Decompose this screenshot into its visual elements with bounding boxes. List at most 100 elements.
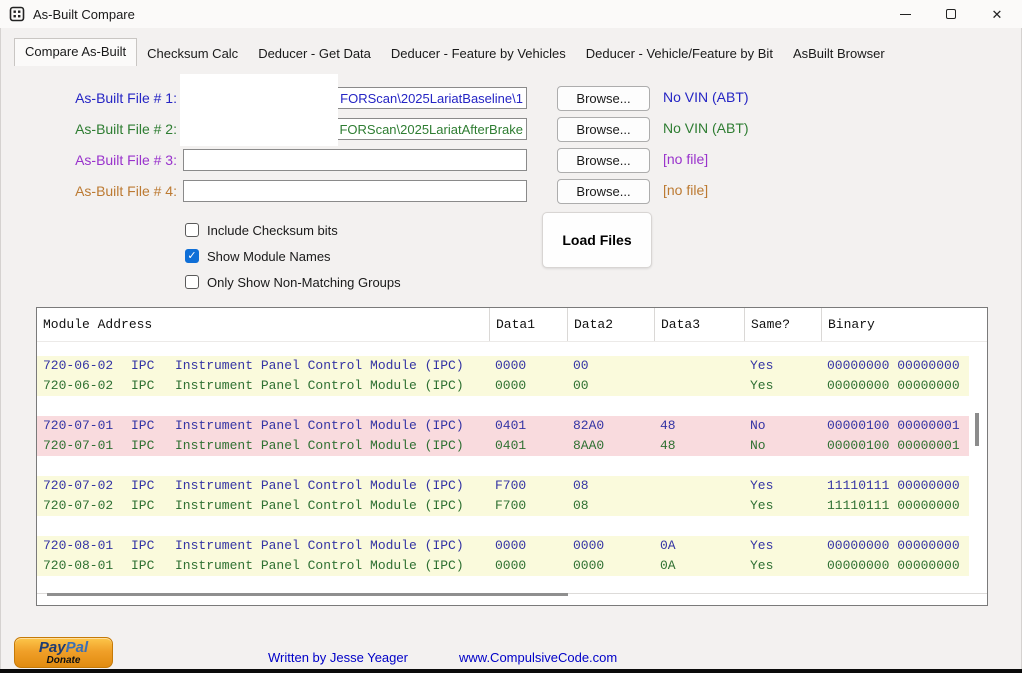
checkbox-label: Include Checksum bits xyxy=(207,223,338,238)
cell-address: 720-06-02 xyxy=(37,376,131,396)
cell-same: Yes xyxy=(744,556,821,576)
redaction-overlay xyxy=(180,74,338,146)
title-bar: As-Built Compare ✕ xyxy=(0,0,1022,28)
table-row[interactable]: 720-08-01IPCInstrument Panel Control Mod… xyxy=(37,536,969,556)
compare-table: Module Address Data1 Data2 Data3 Same? B… xyxy=(36,307,988,606)
checkbox-checked-icon[interactable]: ✓ xyxy=(185,249,199,263)
column-header-data2: Data2 xyxy=(567,308,654,341)
cell-address: 720-08-01 xyxy=(37,536,131,556)
cell-same: No xyxy=(744,416,821,436)
tab-strip: Compare As-Built Checksum Calc Deducer -… xyxy=(14,40,895,66)
table-row[interactable]: 720-07-01IPCInstrument Panel Control Mod… xyxy=(37,416,969,436)
cell-address: 720-07-02 xyxy=(37,496,131,516)
cell-same: Yes xyxy=(744,496,821,516)
file4-status: [no file] xyxy=(663,182,708,198)
table-group-matching: 720-08-01IPCInstrument Panel Control Mod… xyxy=(37,536,969,576)
cell-module: Instrument Panel Control Module (IPC) xyxy=(175,436,489,456)
cell-binary: 11110111 00000000 xyxy=(821,476,969,496)
cell-module: Instrument Panel Control Module (IPC) xyxy=(175,476,489,496)
cell-data1: 0401 xyxy=(489,416,567,436)
cell-data2: 82A0 xyxy=(567,416,654,436)
browse-file3-button[interactable]: Browse... xyxy=(557,148,650,173)
cell-data1: 0000 xyxy=(489,356,567,376)
author-credit: Written by Jesse Yeager xyxy=(268,650,408,665)
cell-same: Yes xyxy=(744,356,821,376)
window-title: As-Built Compare xyxy=(33,7,135,22)
tab-deducer-feature-by-vehicles[interactable]: Deducer - Feature by Vehicles xyxy=(381,41,576,66)
checkbox-unchecked-icon[interactable] xyxy=(185,275,199,289)
cell-code: IPC xyxy=(131,476,175,496)
close-button[interactable]: ✕ xyxy=(974,0,1020,28)
table-row[interactable]: 720-07-01IPCInstrument Panel Control Mod… xyxy=(37,436,969,456)
tab-checksum-calc[interactable]: Checksum Calc xyxy=(137,41,248,66)
paypal-logo: PayPal xyxy=(15,640,112,655)
tab-deducer-vehicle-feature-by-bit[interactable]: Deducer - Vehicle/Feature by Bit xyxy=(576,41,783,66)
tab-compare-as-built[interactable]: Compare As-Built xyxy=(14,38,137,66)
cell-module: Instrument Panel Control Module (IPC) xyxy=(175,556,489,576)
cell-data1: 0000 xyxy=(489,376,567,396)
cell-code: IPC xyxy=(131,436,175,456)
website-link[interactable]: www.CompulsiveCode.com xyxy=(459,650,617,665)
table-group-matching: 720-07-02IPCInstrument Panel Control Mod… xyxy=(37,476,969,516)
table-row[interactable]: 720-07-02IPCInstrument Panel Control Mod… xyxy=(37,496,969,516)
file4-path-input[interactable] xyxy=(183,180,527,202)
paypal-logo-pay: Pay xyxy=(39,639,66,656)
checkbox-row[interactable]: Only Show Non-Matching Groups xyxy=(185,273,401,291)
browse-file4-button[interactable]: Browse... xyxy=(557,179,650,204)
cell-data2: 0000 xyxy=(567,536,654,556)
paypal-donate-button[interactable]: PayPal Donate xyxy=(14,637,113,668)
cell-data1: 0000 xyxy=(489,536,567,556)
cell-binary: 11110111 00000000 xyxy=(821,496,969,516)
checkbox-label: Show Module Names xyxy=(207,249,331,264)
vertical-scrollbar-thumb[interactable] xyxy=(975,413,979,446)
horizontal-scrollbar-thumb[interactable] xyxy=(47,593,568,596)
cell-same: No xyxy=(744,436,821,456)
browse-file1-button[interactable]: Browse... xyxy=(557,86,650,111)
minimize-button[interactable] xyxy=(882,0,928,28)
checkbox-unchecked-icon[interactable] xyxy=(185,223,199,237)
cell-same: Yes xyxy=(744,376,821,396)
cell-binary: 00000000 00000000 xyxy=(821,556,969,576)
file3-status: [no file] xyxy=(663,151,708,167)
table-group-nonmatching: 720-07-01IPCInstrument Panel Control Mod… xyxy=(37,416,969,456)
file2-status: No VIN (ABT) xyxy=(663,120,749,136)
table-row[interactable]: 720-08-01IPCInstrument Panel Control Mod… xyxy=(37,556,969,576)
table-header: Module Address Data1 Data2 Data3 Same? B… xyxy=(37,308,987,342)
cell-data2: 08 xyxy=(567,476,654,496)
file3-path-input[interactable] xyxy=(183,149,527,171)
cell-address: 720-06-02 xyxy=(37,356,131,376)
cell-code: IPC xyxy=(131,356,175,376)
tab-deducer-get-data[interactable]: Deducer - Get Data xyxy=(248,41,381,66)
cell-data3 xyxy=(654,476,744,496)
table-row[interactable]: 720-07-02IPCInstrument Panel Control Mod… xyxy=(37,476,969,496)
browse-file2-button[interactable]: Browse... xyxy=(557,117,650,142)
cell-binary: 00000000 00000000 xyxy=(821,356,969,376)
table-row[interactable]: 720-06-02IPCInstrument Panel Control Mod… xyxy=(37,376,969,396)
cell-data3 xyxy=(654,496,744,516)
close-icon: ✕ xyxy=(992,8,1003,21)
column-header-data1: Data1 xyxy=(489,308,567,341)
table-group-matching: 720-06-02IPCInstrument Panel Control Mod… xyxy=(37,356,969,396)
cell-data2: 0000 xyxy=(567,556,654,576)
cell-data1: F700 xyxy=(489,476,567,496)
cell-data2: 8AA0 xyxy=(567,436,654,456)
paypal-donate-label: Donate xyxy=(15,655,112,666)
checkbox-row[interactable]: ✓ Show Module Names xyxy=(185,247,401,265)
cell-data2: 08 xyxy=(567,496,654,516)
maximize-button[interactable] xyxy=(928,0,974,28)
cell-data2: 00 xyxy=(567,376,654,396)
compare-table-body: 720-06-02IPCInstrument Panel Control Mod… xyxy=(37,356,969,596)
cell-data3: 48 xyxy=(654,416,744,436)
cell-address: 720-07-01 xyxy=(37,436,131,456)
checkbox-row[interactable]: Include Checksum bits xyxy=(185,221,401,239)
cell-module: Instrument Panel Control Module (IPC) xyxy=(175,376,489,396)
cell-data1: 0000 xyxy=(489,556,567,576)
as-built-compare-window: { "window": { "title": "As-Built Compare… xyxy=(0,0,1022,673)
file1-status: No VIN (ABT) xyxy=(663,89,749,105)
load-files-button[interactable]: Load Files xyxy=(542,212,652,268)
tab-asbuilt-browser[interactable]: AsBuilt Browser xyxy=(783,41,895,66)
cell-data3: 0A xyxy=(654,536,744,556)
checkbox-group: Include Checksum bits ✓ Show Module Names O… xyxy=(185,221,401,299)
cell-address: 720-08-01 xyxy=(37,556,131,576)
table-row[interactable]: 720-06-02IPCInstrument Panel Control Mod… xyxy=(37,356,969,376)
